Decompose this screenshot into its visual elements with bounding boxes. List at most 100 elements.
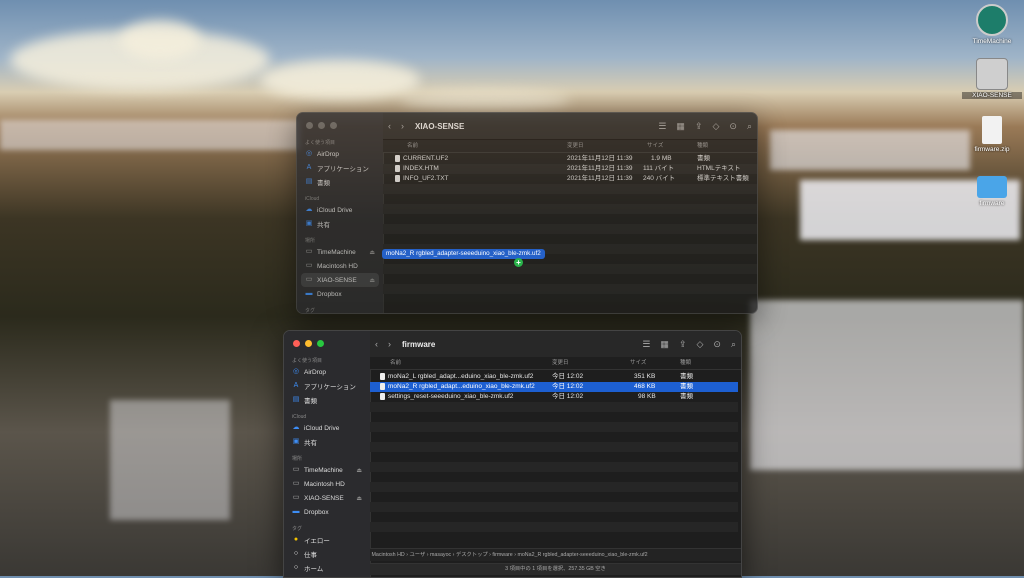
sidebar-item-tag-home[interactable]: ○ ホーム bbox=[284, 561, 370, 575]
table-row[interactable]: INFO_UF2.TXT 2021年11月12日 11:39 240 バイト 標… bbox=[383, 174, 757, 184]
sidebar-item-applications[interactable]: A アプリケーション bbox=[297, 161, 383, 175]
sidebar-item-xiao-sense[interactable]: ▭ XIAO-SENSE ⏏ bbox=[301, 273, 379, 287]
sidebar-item-label: AirDrop bbox=[317, 150, 340, 158]
documents-icon: ▤ bbox=[292, 396, 300, 403]
col-name[interactable]: 名前 bbox=[390, 357, 401, 369]
sidebar-item-icloud-drive[interactable]: ☁ iCloud Drive bbox=[284, 421, 370, 435]
sidebar-item-dropbox[interactable]: ▬ Dropbox bbox=[284, 505, 370, 519]
path-item[interactable]: ユーザ bbox=[409, 552, 425, 558]
tag-icon[interactable]: ◇ bbox=[696, 339, 703, 350]
col-size[interactable]: サイズ bbox=[630, 357, 646, 369]
sidebar-item-shared[interactable]: ▣ 共有 bbox=[297, 217, 383, 231]
date-cell: 2021年11月12日 11:39 bbox=[567, 165, 633, 172]
sidebar-item-timemachine[interactable]: ▭ TimeMachine ⏏ bbox=[284, 463, 370, 477]
path-item[interactable]: デスクトップ bbox=[456, 552, 488, 558]
col-date[interactable]: 変更日 bbox=[567, 140, 584, 152]
group-icon[interactable]: ▦ bbox=[660, 339, 669, 350]
path-item[interactable]: moNa2_R rgbled_adapter-seeeduino_xiao_bl… bbox=[517, 552, 647, 558]
eject-icon[interactable]: ⏏ bbox=[356, 467, 362, 474]
path-item[interactable]: firmware bbox=[492, 552, 512, 558]
search-icon[interactable]: ⌕ bbox=[731, 339, 736, 350]
date-cell: 今日 12:02 bbox=[552, 373, 584, 380]
finder-window-xiao-sense[interactable]: よく使う項目 ◎ AirDrop A アプリケーション ▤ 書類 iCloud ☁ iC… bbox=[296, 112, 758, 314]
desktop-icon-firmware-zip[interactable]: firmware.zip bbox=[962, 116, 1022, 153]
table-row-selected[interactable]: moNa2_R rgbled_adapt...eduino_xiao_ble-z… bbox=[370, 382, 738, 392]
table-row[interactable]: INDEX.HTM 2021年11月12日 11:39 111 バイト HTML… bbox=[383, 164, 757, 174]
path-item[interactable]: Macintosh HD bbox=[371, 552, 404, 558]
sidebar-section-icloud: iCloud bbox=[292, 414, 307, 420]
col-name[interactable]: 名前 bbox=[407, 140, 418, 152]
sidebar-item-label: Macintosh HD bbox=[317, 262, 358, 270]
date-cell: 2021年11月12日 11:39 bbox=[567, 155, 633, 162]
group-icon[interactable]: ▦ bbox=[676, 121, 685, 132]
list-view-icon[interactable]: ☰ bbox=[658, 121, 666, 132]
sidebar-item-macintosh-hd[interactable]: ▭ Macintosh HD bbox=[297, 259, 383, 273]
share-icon[interactable]: ⇪ bbox=[679, 339, 687, 350]
timemachine-icon bbox=[976, 4, 1008, 36]
sidebar-item-applications[interactable]: A アプリケーション bbox=[284, 379, 370, 393]
desktop-icon-label: TimeMachine bbox=[972, 38, 1012, 45]
sidebar-item-label: Dropbox bbox=[304, 508, 329, 516]
col-size[interactable]: サイズ bbox=[647, 140, 663, 152]
col-date[interactable]: 変更日 bbox=[552, 357, 569, 369]
eject-icon[interactable]: ⏏ bbox=[369, 277, 375, 284]
table-row[interactable]: moNa2_L rgbled_adapt...eduino_xiao_ble-z… bbox=[370, 372, 738, 382]
file-name-cell: INDEX.HTM bbox=[395, 164, 439, 174]
eject-icon[interactable]: ⏏ bbox=[369, 249, 375, 256]
forward-button[interactable]: › bbox=[388, 339, 391, 349]
sidebar-item-dropbox[interactable]: ▬ Dropbox bbox=[297, 287, 383, 301]
sidebar-item-icloud-drive[interactable]: ☁ iCloud Drive bbox=[297, 203, 383, 217]
close-button[interactable] bbox=[293, 340, 300, 347]
sidebar-item-timemachine[interactable]: ▭ TimeMachine ⏏ bbox=[297, 245, 383, 259]
close-button[interactable] bbox=[306, 122, 313, 129]
zoom-button[interactable] bbox=[317, 340, 324, 347]
desktop-icon-xiao-sense[interactable]: XIAO-SENSE bbox=[962, 58, 1022, 99]
toolbar: ‹ › firmware ☰ ▦ ⇪ ◇ ⊙ ⌕ bbox=[370, 331, 741, 358]
folder-icon: ▬ bbox=[305, 290, 313, 297]
back-button[interactable]: ‹ bbox=[375, 339, 378, 349]
sidebar-item-xiao-sense[interactable]: ▭ XIAO-SENSE ⏏ bbox=[284, 491, 370, 505]
sidebar-item-airdrop[interactable]: ◎ AirDrop bbox=[284, 365, 370, 379]
table-row[interactable]: settings_reset-seeeduino_xiao_ble-zmk.uf… bbox=[370, 392, 738, 402]
sidebar-item-shared[interactable]: ▣ 共有 bbox=[284, 435, 370, 449]
share-icon[interactable]: ⇪ bbox=[695, 121, 703, 132]
sidebar-item-label: XIAO-SENSE bbox=[304, 494, 344, 502]
sidebar-section-tags: タグ bbox=[292, 526, 303, 532]
zoom-button[interactable] bbox=[330, 122, 337, 129]
sidebar-section-tags: タグ bbox=[305, 308, 316, 314]
sidebar-item-documents[interactable]: ▤ 書類 bbox=[284, 393, 370, 407]
col-kind[interactable]: 種類 bbox=[680, 357, 691, 369]
minimize-button[interactable] bbox=[318, 122, 325, 129]
date-cell: 2021年11月12日 11:39 bbox=[567, 175, 633, 182]
path-item[interactable]: masayoc bbox=[430, 552, 451, 558]
back-button[interactable]: ‹ bbox=[388, 121, 391, 131]
search-icon[interactable]: ⌕ bbox=[747, 121, 752, 132]
more-icon[interactable]: ⊙ bbox=[729, 121, 737, 132]
more-icon[interactable]: ⊙ bbox=[713, 339, 721, 350]
eject-icon[interactable]: ⏏ bbox=[356, 495, 362, 502]
desktop-icon-label: firmware.zip bbox=[974, 146, 1010, 153]
sidebar-item-airdrop[interactable]: ◎ AirDrop bbox=[297, 147, 383, 161]
sidebar-item-label: Macintosh HD bbox=[304, 480, 345, 488]
tag-dot-icon: ○ bbox=[293, 550, 299, 557]
desktop-icon-firmware[interactable]: firmware bbox=[962, 176, 1022, 207]
finder-window-firmware[interactable]: よく使う項目 ◎ AirDrop A アプリケーション ▤ 書類 iCloud ☁ iC… bbox=[283, 330, 742, 578]
list-view-icon[interactable]: ☰ bbox=[642, 339, 650, 350]
sidebar-item-tag-work[interactable]: ○ 仕事 bbox=[284, 547, 370, 561]
tag-icon[interactable]: ◇ bbox=[712, 121, 719, 132]
forward-button[interactable]: › bbox=[401, 121, 404, 131]
desktop-icon-timemachine[interactable]: TimeMachine bbox=[962, 4, 1022, 45]
shared-icon: ▣ bbox=[292, 438, 300, 445]
kind-cell: 書類 bbox=[680, 393, 693, 400]
col-kind[interactable]: 種類 bbox=[697, 140, 708, 152]
toolbar: ‹ › XIAO-SENSE ☰ ▦ ⇪ ◇ ⊙ ⌕ bbox=[383, 113, 757, 140]
minimize-button[interactable] bbox=[305, 340, 312, 347]
sidebar-item-documents[interactable]: ▤ 書類 bbox=[297, 175, 383, 189]
disk-icon: ▭ bbox=[292, 494, 300, 501]
cloud-icon: ☁ bbox=[305, 206, 313, 213]
file-name-cell: moNa2_R rgbled_adapt...eduino_xiao_ble-z… bbox=[380, 382, 535, 392]
table-row[interactable]: CURRENT.UF2 2021年11月12日 11:39 1.9 MB 書類 bbox=[383, 154, 757, 164]
sidebar-item-tag-yellow[interactable]: ● イエロー bbox=[284, 533, 370, 547]
sidebar-item-macintosh-hd[interactable]: ▭ Macintosh HD bbox=[284, 477, 370, 491]
window-title: XIAO-SENSE bbox=[415, 121, 465, 131]
